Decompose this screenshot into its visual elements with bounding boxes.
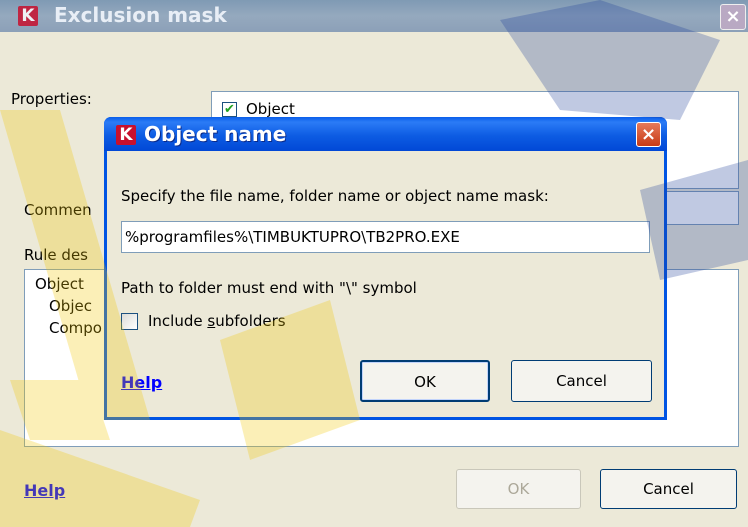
dialog-title: Object name (144, 122, 287, 146)
outer-ok-button[interactable]: OK (456, 469, 581, 509)
object-name-input[interactable]: %programfiles%\TIMBUKTUPRO\TB2PRO.EXE (121, 221, 650, 253)
rule-line: Object (35, 275, 84, 293)
include-subfolders-label[interactable]: Include subfolders (148, 312, 286, 330)
outer-close-icon[interactable]: × (720, 4, 746, 30)
dialog-ok-button[interactable]: OK (360, 360, 490, 402)
dialog-titlebar: K Object name × (104, 117, 667, 151)
include-subfolders-checkbox[interactable] (121, 313, 138, 330)
kaspersky-k-icon: K (116, 125, 136, 145)
outer-titlebar: K Exclusion mask × (0, 0, 748, 32)
path-hint-text: Path to folder must end with "\" symbol (121, 279, 417, 297)
properties-label: Properties: (11, 90, 92, 108)
instruction-text: Specify the file name, folder name or ob… (121, 187, 549, 205)
outer-cancel-button[interactable]: Cancel (600, 469, 737, 509)
comment-label: Commen (24, 201, 92, 219)
dialog-cancel-button[interactable]: Cancel (511, 360, 652, 402)
rule-line[interactable]: Objec (49, 297, 92, 315)
checkmark-icon[interactable]: ✔ (222, 102, 237, 117)
comment-field[interactable] (660, 191, 739, 225)
outer-help-link[interactable]: Help (24, 481, 65, 500)
dialog-help-link[interactable]: Help (121, 373, 162, 392)
close-icon[interactable]: × (636, 122, 661, 147)
rule-line[interactable]: Compo (49, 319, 102, 337)
dialog-body: Specify the file name, folder name or ob… (107, 151, 664, 417)
outer-window-title: Exclusion mask (54, 3, 227, 27)
object-name-dialog: K Object name × Specify the file name, f… (104, 117, 667, 420)
kaspersky-k-icon: K (18, 6, 38, 26)
rule-description-label: Rule des (24, 246, 88, 264)
property-item-object: Object (246, 100, 295, 118)
